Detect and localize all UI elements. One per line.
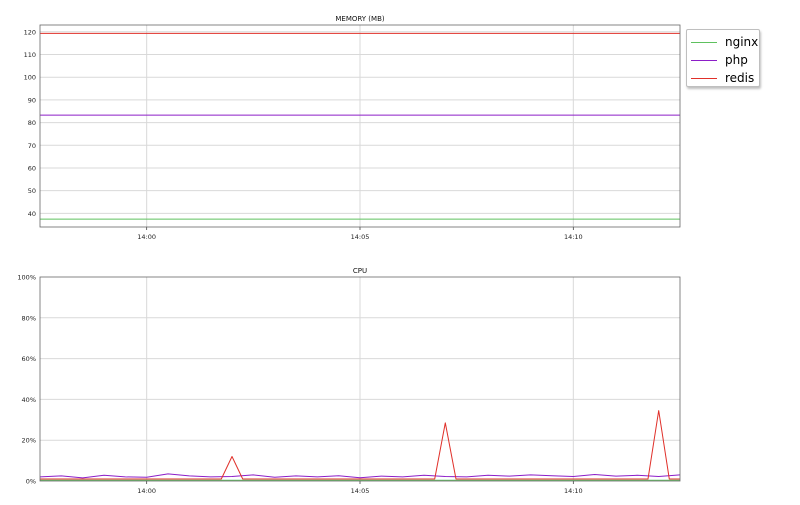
memory-y-tick-label: 50 (28, 187, 36, 195)
memory-y-tick-label: 40 (28, 210, 36, 218)
memory-x-tick-label: 14:10 (564, 233, 583, 241)
cpu-x-tick-label: 14:05 (351, 487, 370, 495)
dashboard-charts: 40 50 60 70 80 90 100 110 120 14:00 14:05 14:10 MEMO… (17, 15, 681, 495)
memory-y-tick-label: 60 (28, 164, 36, 172)
cpu-y-tick-label: 0% (26, 478, 36, 486)
cpu-x-tick-label: 14:10 (564, 487, 583, 495)
legend-item-nginx: nginx (691, 33, 759, 51)
memory-y-tick-label: 70 (28, 142, 36, 150)
cpu-x-tick-label: 14:00 (137, 487, 156, 495)
legend-item-php: php (691, 51, 759, 69)
memory-x-tick-label: 14:00 (137, 233, 156, 241)
legend-label-redis: redis (725, 71, 755, 85)
legend-swatch-nginx (691, 41, 717, 43)
memory-y-tick-label: 80 (28, 119, 36, 127)
memory-y-tick-label: 120 (24, 28, 36, 36)
cpu-y-tick-label: 40% (22, 396, 36, 404)
legend-item-redis: redis (691, 69, 759, 87)
memory-y-tick-label: 110 (24, 51, 36, 59)
memory-chart: 40 50 60 70 80 90 100 110 120 14:00 14:05 14:10 MEMO… (24, 15, 681, 241)
legend-swatch-redis (691, 77, 717, 79)
memory-y-tick-label: 90 (28, 96, 36, 104)
cpu-y-tick-label: 100% (17, 274, 36, 282)
chart-legend: nginx php redis (686, 29, 760, 87)
memory-y-tick-label: 100 (24, 74, 36, 82)
legend-swatch-php (691, 59, 717, 61)
cpu-chart: 0% 20% 40% 60% 80% 100% 14:00 14:05 14:10 CPU (17, 267, 681, 495)
cpu-y-tick-label: 80% (22, 314, 36, 322)
memory-chart-title: MEMORY (MB) (335, 15, 385, 23)
cpu-y-tick-label: 60% (22, 355, 36, 363)
memory-x-tick-label: 14:05 (351, 233, 370, 241)
legend-label-nginx: nginx (725, 35, 759, 49)
legend-label-php: php (725, 53, 748, 67)
cpu-chart-title: CPU (353, 267, 367, 275)
cpu-y-tick-label: 20% (22, 437, 36, 445)
